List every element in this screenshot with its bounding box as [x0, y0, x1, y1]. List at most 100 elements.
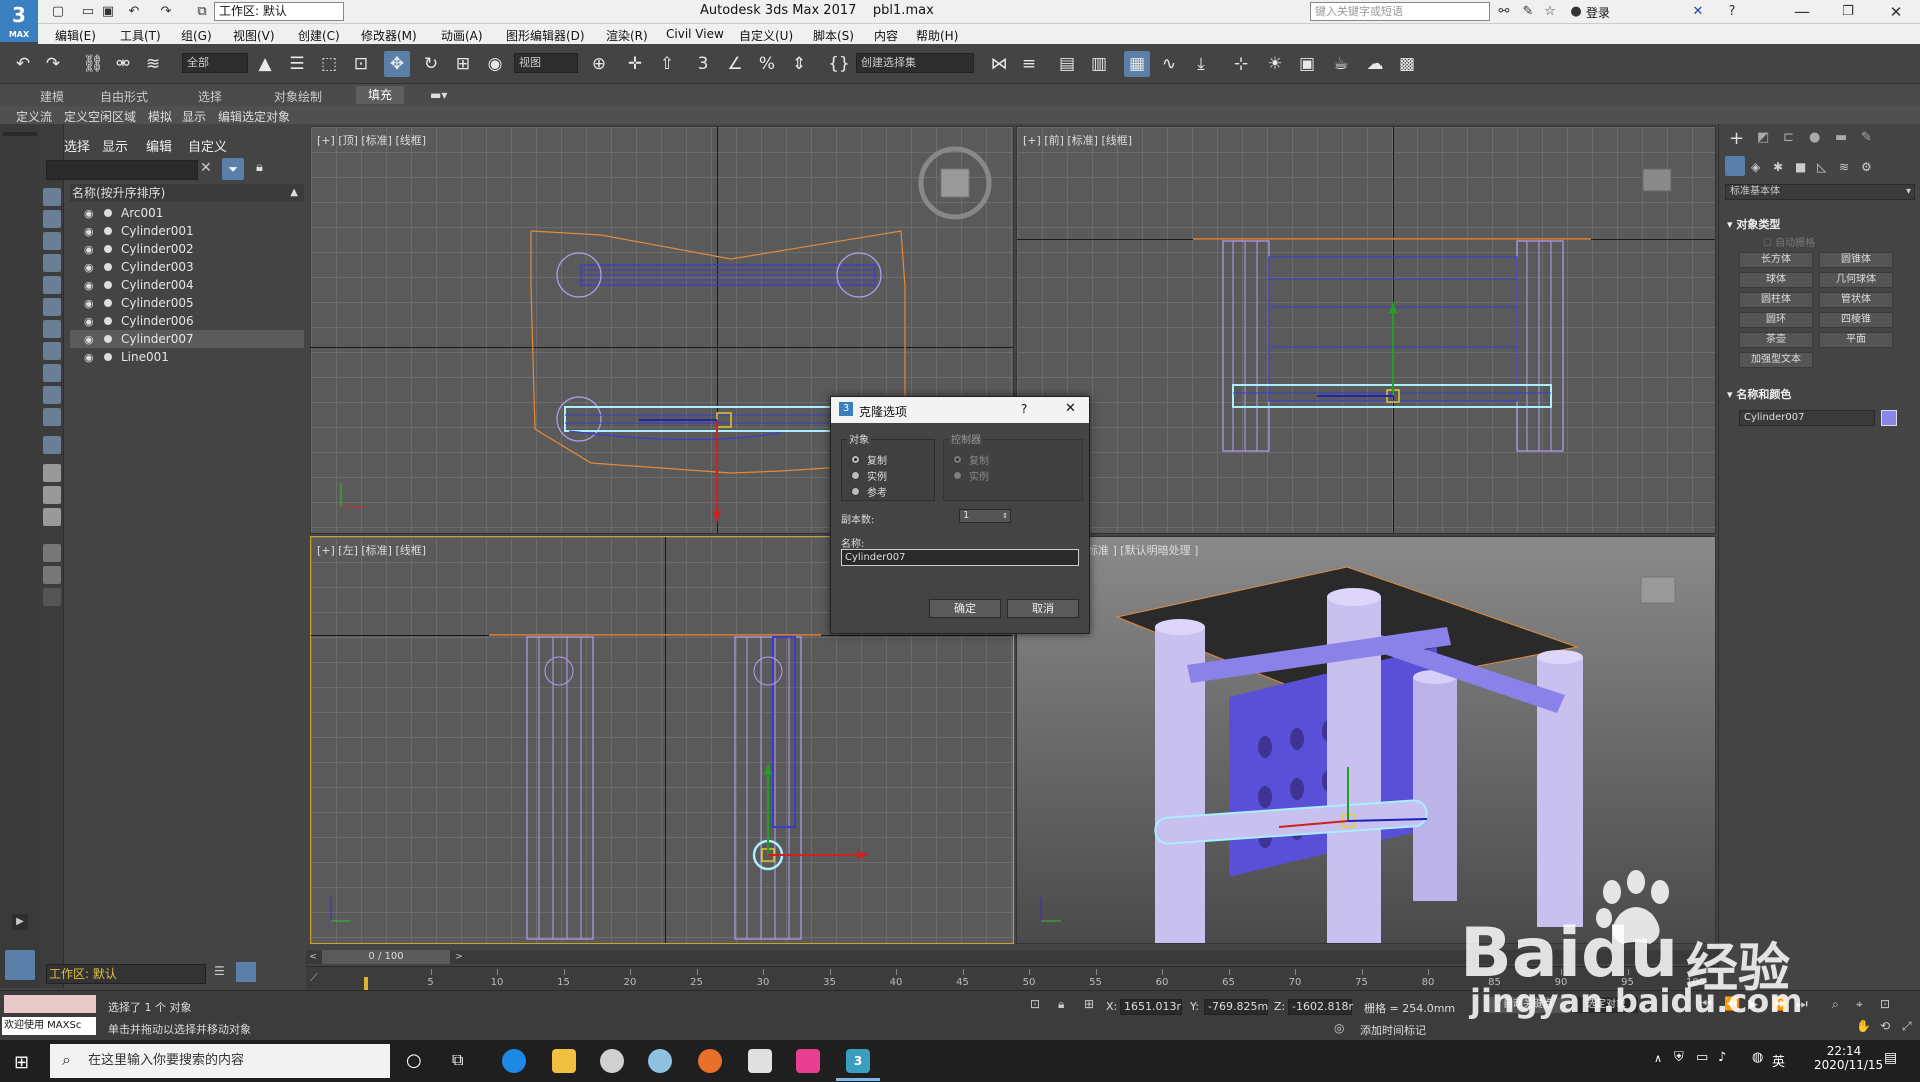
- primitive-type-dropdown[interactable]: 标准基本体 ▾: [1725, 184, 1915, 200]
- menu-civil-view[interactable]: Civil View: [666, 27, 724, 41]
- geometry-category-icon[interactable]: [1725, 156, 1745, 176]
- unlink-icon[interactable]: ⚮: [110, 51, 136, 77]
- edit-named-sel-icon[interactable]: {}: [826, 51, 852, 77]
- tray-chevron-icon[interactable]: ∧: [1654, 1052, 1662, 1065]
- create-tab-icon[interactable]: +: [1729, 128, 1744, 149]
- hierarchy-tab-icon[interactable]: ⊏: [1783, 130, 1794, 145]
- manipulate-icon[interactable]: ✛: [622, 51, 648, 77]
- teapot-button[interactable]: 茶壶: [1739, 332, 1813, 348]
- ribbon-tab-selection[interactable]: 选择: [198, 88, 222, 105]
- display-space-warps-icon[interactable]: [43, 298, 61, 316]
- dialog-close-icon[interactable]: ✕: [1065, 401, 1076, 416]
- scene-tab-display[interactable]: 显示: [102, 136, 128, 155]
- notification-icon[interactable]: ▤: [1884, 1050, 1897, 1066]
- display-helpers-icon[interactable]: [43, 276, 61, 294]
- ribbon-tab-populate[interactable]: 填充: [356, 86, 405, 104]
- visibility-eye-icon[interactable]: ◉: [84, 331, 94, 349]
- visibility-eye-icon[interactable]: ◉: [84, 295, 94, 313]
- zoom-icon[interactable]: ⌕: [1832, 997, 1839, 1012]
- menu-tools[interactable]: 工具(T): [120, 27, 161, 44]
- display-lights-icon[interactable]: [43, 232, 61, 250]
- restore-icon[interactable]: ❐: [1840, 4, 1856, 20]
- taskbar-clock[interactable]: 22:14 2020/11/15: [1814, 1044, 1883, 1072]
- visibility-eye-icon[interactable]: ◉: [84, 205, 94, 223]
- select-by-name-icon[interactable]: ☰: [284, 51, 310, 77]
- schematic-view-icon[interactable]: ⤓: [1188, 51, 1214, 77]
- ribbon-edit-selected[interactable]: 编辑选定对象: [218, 108, 290, 125]
- rendered-frame-icon[interactable]: ▣: [1294, 51, 1320, 77]
- autodesk-x-icon[interactable]: ✕: [1690, 4, 1706, 20]
- isolate-icon[interactable]: ⊡: [1030, 997, 1040, 1011]
- clear-search-icon[interactable]: ✕: [200, 160, 212, 176]
- undo-icon[interactable]: ↶: [126, 4, 142, 20]
- freeze-toggle-icon[interactable]: [104, 317, 112, 325]
- modify-tab-icon[interactable]: ◩: [1757, 130, 1769, 145]
- object-type-rollout[interactable]: ▾ 对象类型: [1727, 216, 1780, 232]
- viewport-front-label[interactable]: [+] [前] [标准] [线框]: [1023, 132, 1132, 148]
- sort-mode-icon[interactable]: [236, 962, 256, 982]
- menu-help[interactable]: 帮助(H): [916, 27, 958, 44]
- copies-spinner[interactable]: 1 ⇕: [959, 509, 1011, 523]
- name-color-rollout[interactable]: ▾ 名称和颜色: [1727, 386, 1791, 402]
- tray-network-icon[interactable]: ▭: [1696, 1050, 1708, 1065]
- freeze-toggle-icon[interactable]: [104, 245, 112, 253]
- menu-content[interactable]: 内容: [874, 27, 898, 44]
- menu-scripting[interactable]: 脚本(S): [813, 27, 854, 44]
- tube-button[interactable]: 管状体: [1819, 292, 1893, 308]
- notepad-icon[interactable]: [748, 1049, 772, 1073]
- tray-globe-icon[interactable]: ◍: [1752, 1050, 1763, 1065]
- menu-animation[interactable]: 动画(A): [441, 27, 483, 44]
- freeze-toggle-icon[interactable]: [104, 227, 112, 235]
- app-taskbar-icon-1[interactable]: [600, 1049, 624, 1073]
- percent-snap-icon[interactable]: %: [754, 51, 780, 77]
- radio-reference-label[interactable]: 参考: [867, 484, 887, 499]
- cancel-button[interactable]: 取消: [1007, 599, 1079, 618]
- viewport-left-label[interactable]: [+] [左] [标准] [线框]: [317, 542, 426, 558]
- menu-edit[interactable]: 编辑(E): [55, 27, 96, 44]
- ribbon-tab-object-paint[interactable]: 对象绘制: [274, 88, 322, 105]
- align-icon[interactable]: ≡: [1016, 51, 1042, 77]
- clone-name-input[interactable]: Cylinder007: [841, 549, 1079, 566]
- ime-indicator[interactable]: 英: [1772, 1051, 1785, 1070]
- help-icon[interactable]: ?: [1724, 4, 1740, 20]
- display-all-icon[interactable]: [43, 464, 61, 482]
- scene-explorer-icon[interactable]: ▦: [1124, 51, 1150, 77]
- folder-icon[interactable]: [43, 588, 61, 606]
- maximize-viewport-icon[interactable]: ⤢: [1902, 1019, 1912, 1034]
- orbit-icon[interactable]: ⟲: [1880, 1019, 1890, 1033]
- search-input[interactable]: 键入关键字或短语: [1310, 2, 1490, 21]
- scene-object-row[interactable]: ◉ Cylinder006: [70, 312, 304, 330]
- motion-tab-icon[interactable]: ●: [1809, 130, 1820, 145]
- scene-tab-customize[interactable]: 自定义: [188, 136, 227, 155]
- time-slider-handle[interactable]: 0 / 100: [322, 950, 450, 964]
- display-frozen-icon[interactable]: [43, 436, 61, 454]
- open-file-icon[interactable]: ▭: [80, 4, 96, 20]
- app-taskbar-icon-3[interactable]: [796, 1049, 820, 1073]
- redo-icon[interactable]: ↷: [158, 4, 174, 20]
- scene-tab-select[interactable]: 选择: [64, 136, 90, 155]
- visibility-eye-icon[interactable]: ◉: [84, 277, 94, 295]
- ribbon-define-flows[interactable]: 定义流: [16, 108, 52, 125]
- funnel-icon[interactable]: [43, 566, 61, 584]
- bind-space-warp-icon[interactable]: ≋: [140, 51, 166, 77]
- ribbon-simulate[interactable]: 模拟: [148, 108, 172, 125]
- render-cloud-icon[interactable]: ☁: [1362, 51, 1388, 77]
- tray-volume-icon[interactable]: ♪: [1718, 1050, 1726, 1065]
- tools-icon[interactable]: ✎: [1520, 4, 1536, 20]
- object-color-swatch[interactable]: [1881, 410, 1897, 426]
- radio-instance[interactable]: [851, 471, 860, 480]
- freeze-toggle-icon[interactable]: [104, 209, 112, 217]
- display-groups-icon[interactable]: [43, 320, 61, 338]
- new-file-icon[interactable]: ▢: [50, 4, 66, 20]
- scene-object-row[interactable]: ◉ Cylinder001: [70, 222, 304, 240]
- object-name-input[interactable]: Cylinder007: [1739, 410, 1875, 426]
- freeze-toggle-icon[interactable]: [104, 263, 112, 271]
- file-explorer-icon[interactable]: [552, 1049, 576, 1073]
- viewport-layout-icon[interactable]: [5, 950, 35, 980]
- mirror-icon[interactable]: ⋈: [986, 51, 1012, 77]
- firefox-icon[interactable]: [698, 1049, 722, 1073]
- undo-icon[interactable]: ↶: [10, 51, 36, 77]
- tray-shield-icon[interactable]: ⛨: [1674, 1050, 1684, 1065]
- redo-icon[interactable]: ↷: [40, 51, 66, 77]
- selection-lock-icon[interactable]: 🔒︎: [1058, 997, 1064, 1012]
